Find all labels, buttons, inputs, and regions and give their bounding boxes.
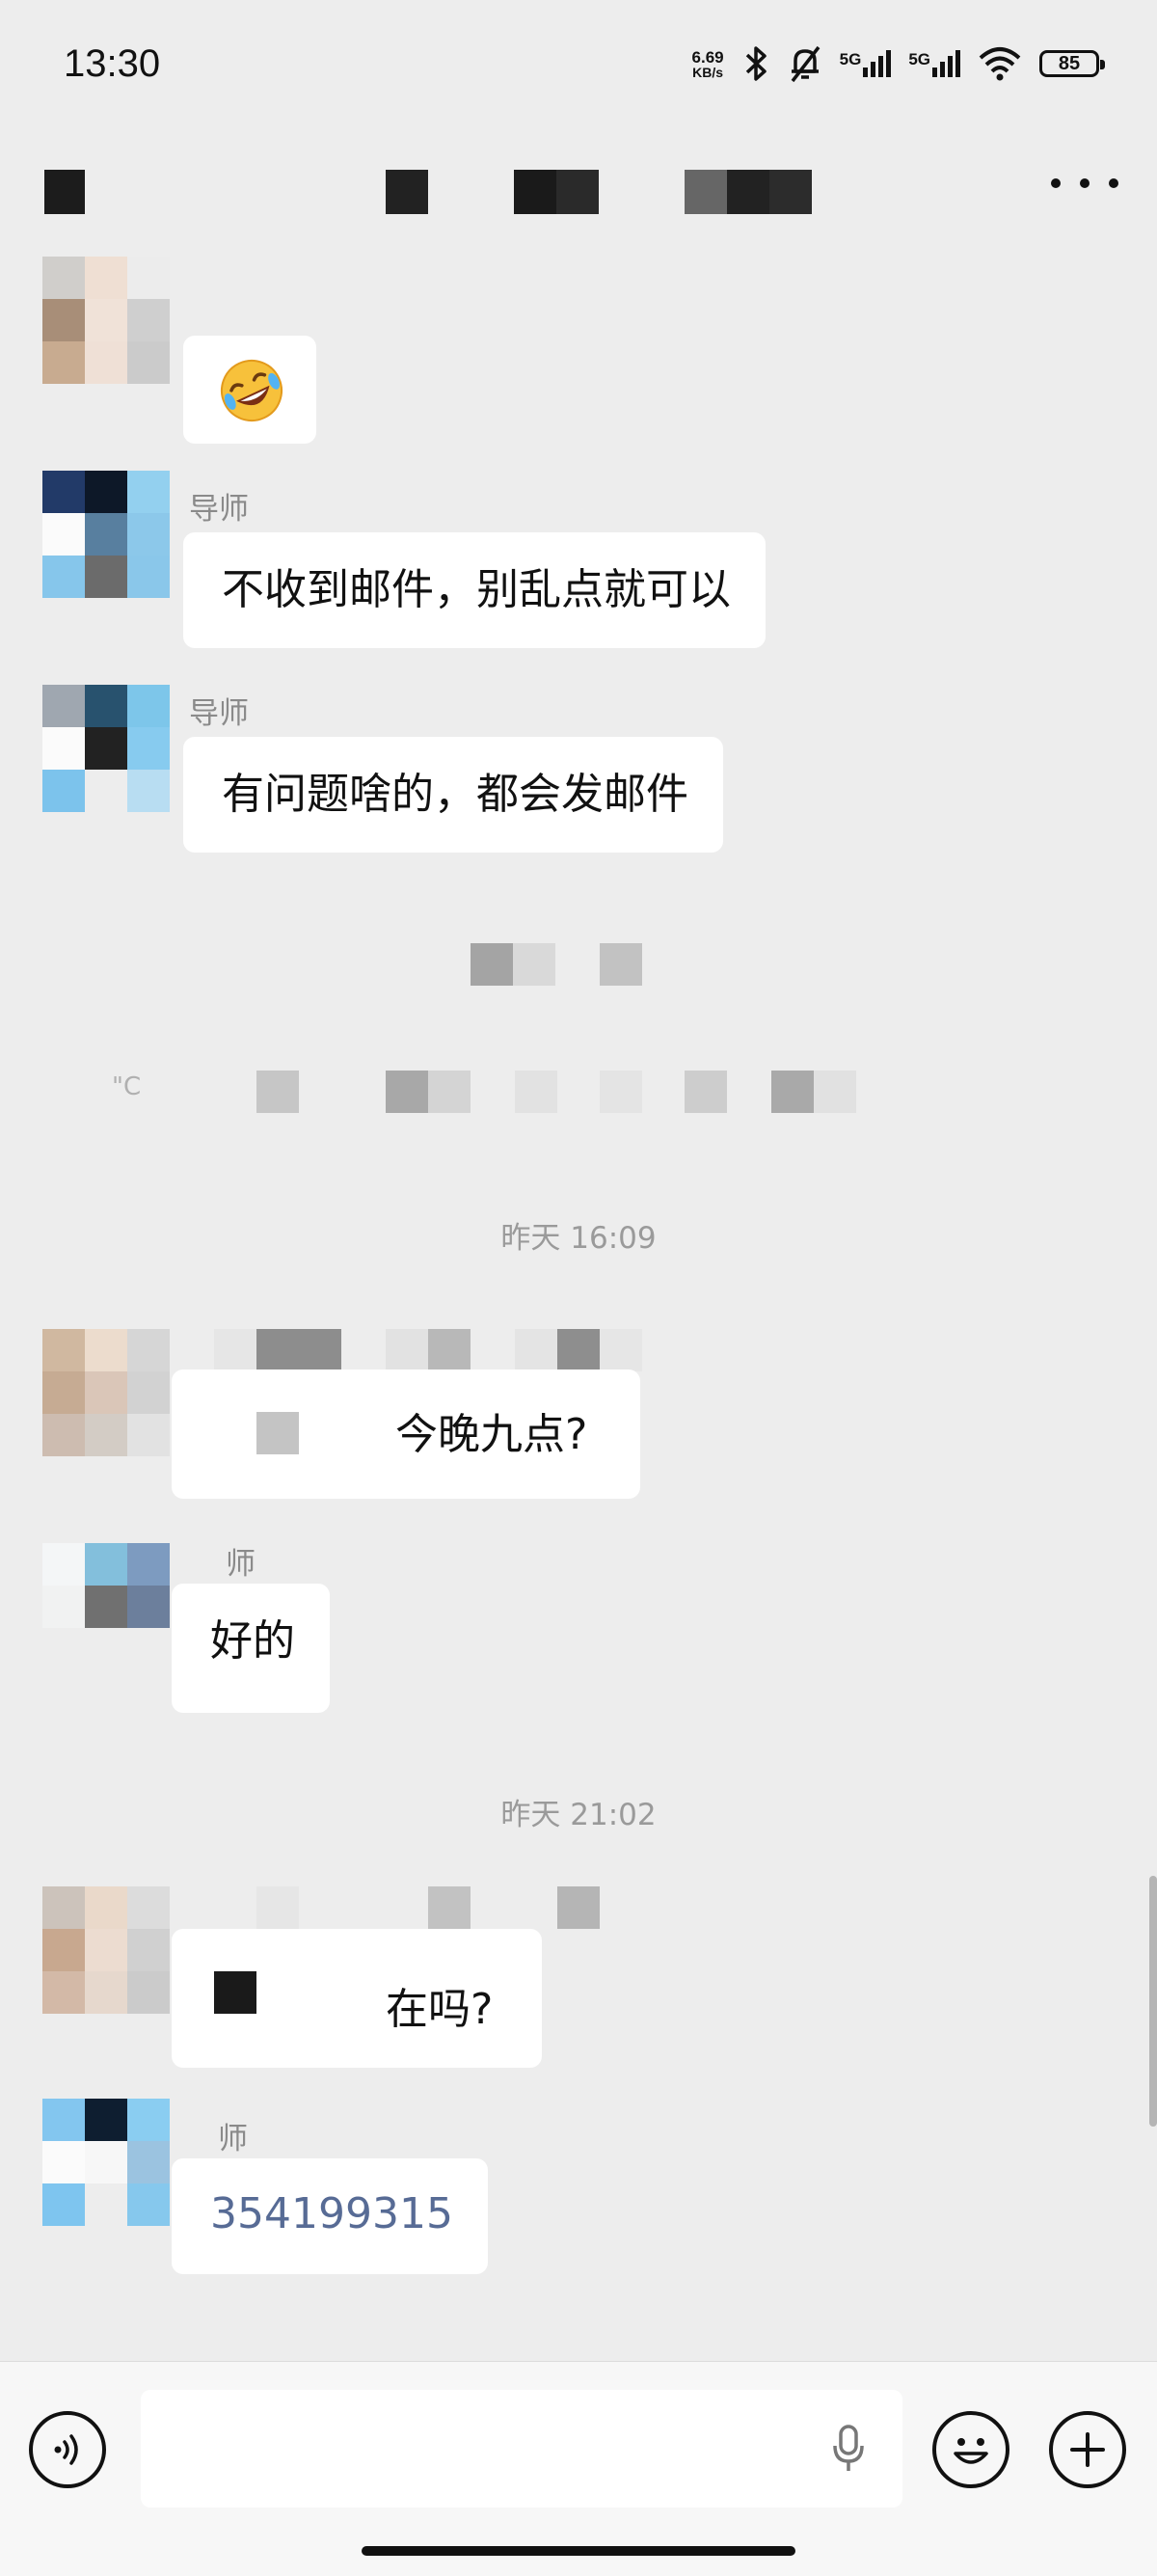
more-dot [1109, 178, 1118, 188]
message-bubble[interactable]: 有问题啥的，都会发邮件 [183, 737, 723, 853]
avatar[interactable] [42, 1543, 170, 1670]
signal-5g-1: 5G [840, 50, 892, 77]
sender-name: 导师 [189, 696, 249, 731]
message-bubble-number[interactable]: 354199315 [172, 2158, 488, 2274]
more-button[interactable] [1051, 164, 1118, 203]
more-dot [1080, 178, 1090, 188]
avatar[interactable] [42, 2099, 170, 2226]
message-input[interactable] [141, 2390, 902, 2508]
sender-name: 导师 [189, 492, 249, 527]
rolling-laughing-emoji [221, 360, 283, 421]
obscured-block [256, 1412, 299, 1454]
avatar[interactable] [42, 257, 170, 384]
message-bubble[interactable]: 好的 [172, 1584, 330, 1713]
signal-icon [863, 50, 892, 77]
network-speed-unit: KB/s [692, 64, 724, 80]
message-bubble-emoji[interactable] [183, 336, 316, 444]
scrollbar[interactable] [1149, 1876, 1157, 2127]
message-bubble[interactable]: 今晚九点? [172, 1369, 640, 1499]
wifi-icon [979, 47, 1021, 81]
timestamp: 昨天 21:02 [500, 1798, 657, 1832]
plus-icon [1070, 2432, 1105, 2467]
message-text: 在吗? [386, 1985, 494, 2034]
status-icons: 6.69 KB/s 5G 5G 85 [692, 44, 1105, 83]
voice-button[interactable] [29, 2411, 106, 2488]
microphone-icon[interactable] [831, 2423, 866, 2475]
network-speed-value: 6.69 [691, 47, 724, 67]
battery-icon: 85 [1039, 50, 1105, 77]
bluetooth-icon [745, 46, 767, 81]
avatar[interactable] [42, 685, 170, 812]
avatar[interactable] [42, 471, 170, 598]
more-functions-button[interactable] [1049, 2411, 1126, 2488]
signal-icon [932, 50, 960, 77]
system-notice-text: "C [112, 1072, 142, 1101]
message-bubble[interactable]: 在吗? [172, 1929, 542, 2068]
avatar[interactable] [42, 1329, 170, 1456]
emoji-icon [954, 2438, 988, 2464]
signal-label: 5G [908, 50, 930, 68]
voice-icon [54, 2434, 78, 2465]
message-text: 今晚九点? [395, 1410, 588, 1459]
status-time: 13:30 [64, 42, 161, 85]
signal-label: 5G [839, 50, 862, 68]
more-dots-icon [1051, 178, 1061, 188]
message-bubble[interactable]: 不收到邮件，别乱点就可以 [183, 532, 766, 648]
battery-level: 85 [1058, 52, 1081, 74]
emoji-button[interactable] [932, 2411, 1009, 2488]
timestamp: 昨天 16:09 [500, 1221, 657, 1256]
obscured-block [214, 1971, 256, 2014]
signal-5g-2: 5G [908, 50, 960, 77]
network-speed: 6.69 KB/s [692, 49, 724, 79]
sender-name: 师 [226, 1547, 256, 1582]
mute-bell-icon [791, 45, 821, 83]
avatar[interactable] [42, 1886, 170, 2014]
sender-name: 师 [218, 2122, 248, 2156]
home-indicator[interactable] [362, 2546, 795, 2556]
